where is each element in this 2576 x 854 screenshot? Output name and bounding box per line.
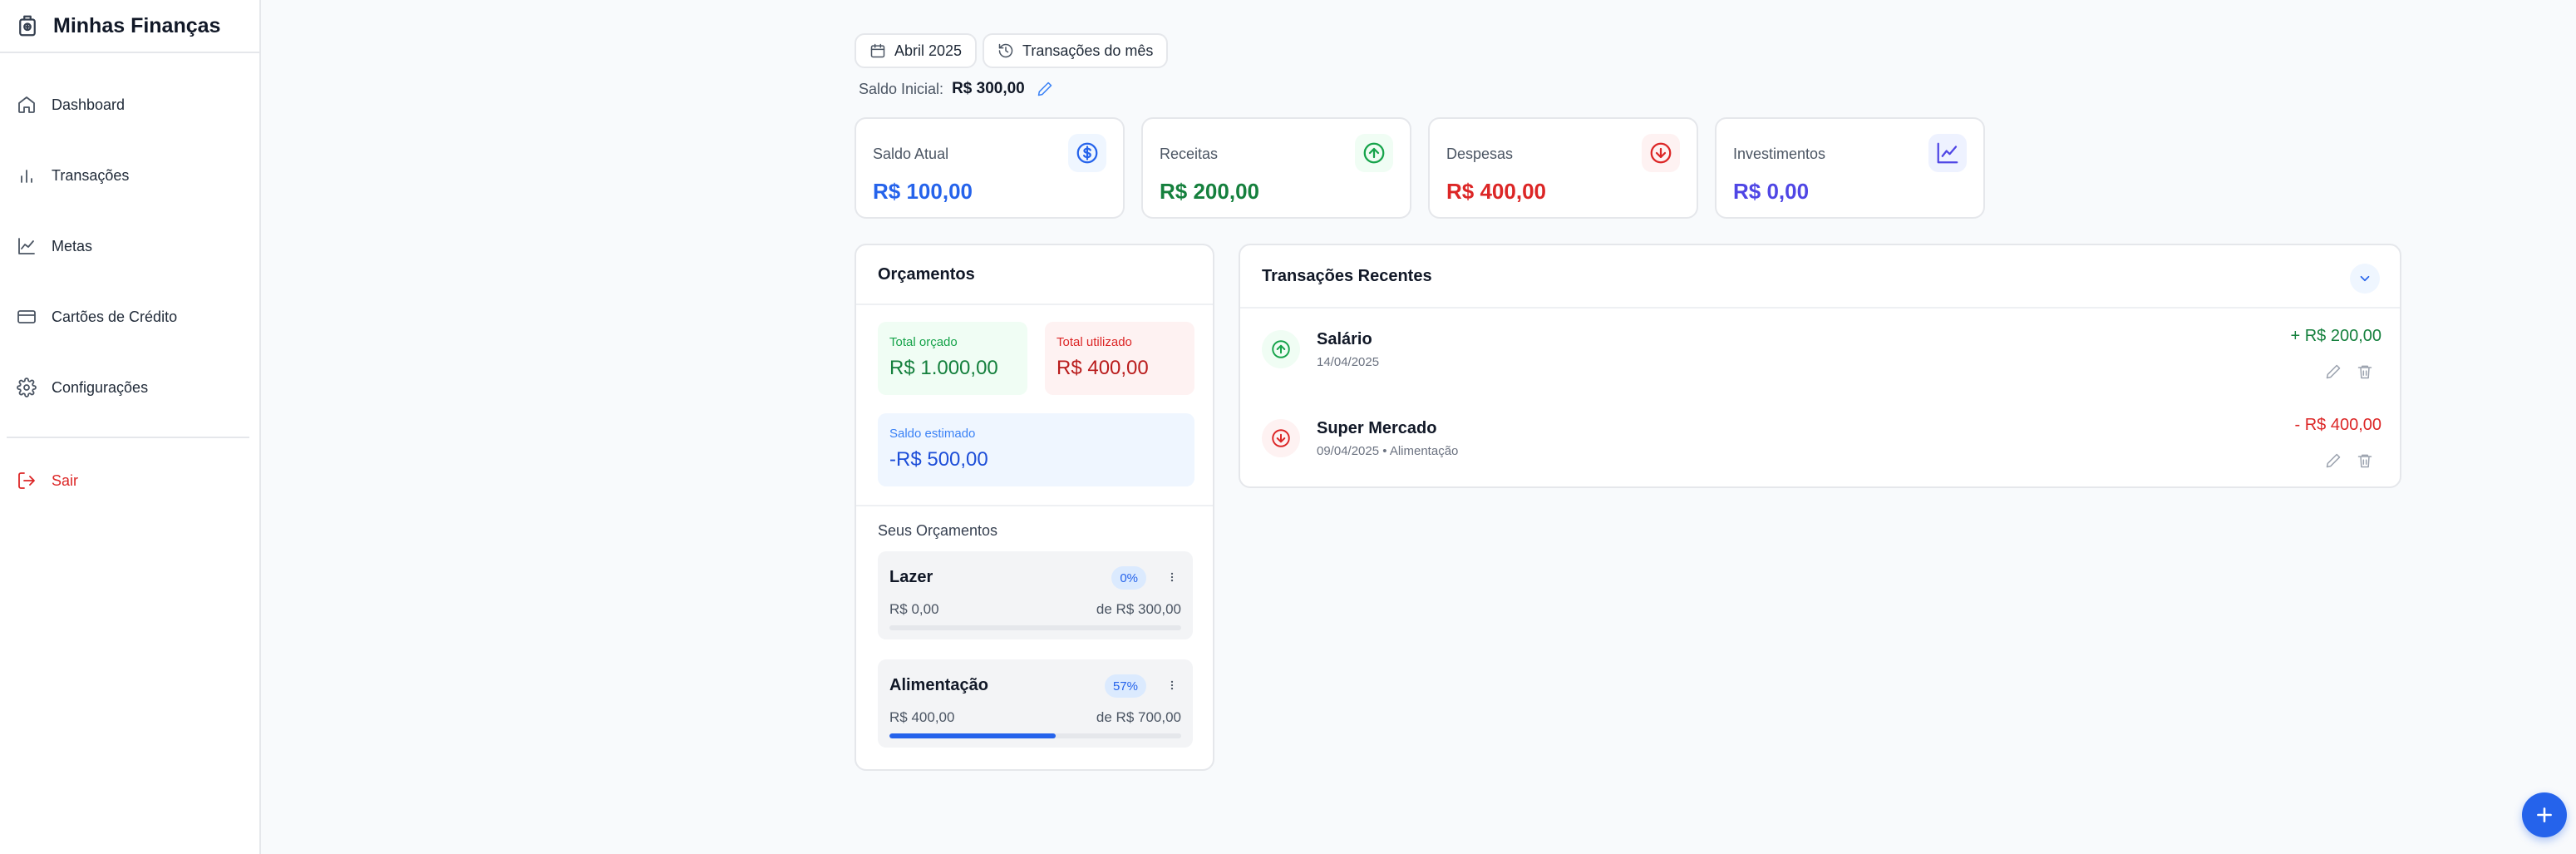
- sidebar-item-label: Cartões de Crédito: [52, 308, 178, 325]
- calendar-icon: [870, 43, 885, 58]
- budget-progress-fill: [889, 733, 1057, 738]
- month-label: Abril 2025: [894, 42, 963, 59]
- sidebar-divider: [7, 437, 249, 438]
- budget-name: Lazer: [889, 568, 933, 586]
- trash-icon[interactable]: [2357, 452, 2373, 469]
- gear-icon: [17, 378, 37, 397]
- stat-label: Despesas: [1446, 146, 1514, 162]
- stat-label: Receitas: [1160, 146, 1219, 162]
- sidebar-item-label: Configurações: [52, 378, 149, 396]
- total-orcado-label: Total orçado: [889, 335, 958, 349]
- stat-card-saldo-atual: Saldo Atual R$ 100,00: [855, 117, 1125, 219]
- budget-limit: de R$ 300,00: [1096, 601, 1181, 617]
- stat-card-receitas: Receitas R$ 200,00: [1141, 117, 1411, 219]
- transaction-detail: 14/04/2025: [1317, 355, 1380, 369]
- budget-name: Alimentação: [889, 676, 988, 694]
- transaction-detail: 09/04/2025 • Alimentação: [1317, 444, 1459, 458]
- divider: [856, 505, 1213, 506]
- sidebar-item-dashboard[interactable]: Dashboard: [17, 88, 125, 121]
- total-utilizado-value: R$ 400,00: [1057, 357, 1149, 379]
- transaction-title: Super Mercado: [1317, 419, 1437, 437]
- budget-used: R$ 0,00: [889, 601, 939, 617]
- stat-card-investimentos: Investimentos R$ 0,00: [1715, 117, 1985, 219]
- budget-used: R$ 400,00: [889, 709, 955, 725]
- budgets-list-title: Seus Orçamentos: [878, 522, 998, 539]
- arrow-up-circle-icon: [1355, 134, 1393, 172]
- transaction-title: Salário: [1317, 330, 1372, 348]
- sidebar-item-transacoes[interactable]: Transações: [17, 159, 129, 192]
- recent-transactions-title: Transações Recentes: [1240, 245, 2400, 309]
- stat-value: R$ 200,00: [1160, 179, 1259, 204]
- add-transaction-button[interactable]: [2522, 792, 2567, 837]
- stat-value: R$ 100,00: [873, 179, 973, 204]
- budget-progress-track: [889, 733, 1181, 738]
- saldo-estimado-label: Saldo estimado: [889, 427, 976, 441]
- saldo-estimado-value: -R$ 500,00: [889, 448, 988, 471]
- arrow-up-circle-icon: [1262, 330, 1300, 368]
- credit-card-icon: [17, 310, 36, 323]
- total-orcado-value: R$ 1.000,00: [889, 357, 998, 379]
- home-icon: [18, 96, 35, 113]
- stat-value: R$ 400,00: [1446, 179, 1546, 204]
- pencil-icon[interactable]: [2325, 363, 2342, 380]
- sidebar-item-label: Transações: [52, 166, 130, 184]
- history-button[interactable]: Transações do mês: [983, 33, 1169, 68]
- saldo-inicial: Saldo Inicial: R$ 300,00: [859, 78, 1053, 100]
- sidebar-item-cartoes[interactable]: Cartões de Crédito: [17, 300, 177, 333]
- month-selector[interactable]: Abril 2025: [855, 33, 978, 68]
- budget-limit: de R$ 700,00: [1096, 709, 1181, 725]
- history-label: Transações do mês: [1022, 42, 1154, 59]
- bar-chart-icon: [21, 170, 32, 183]
- sidebar-item-label: Metas: [52, 237, 93, 254]
- more-vertical-icon[interactable]: [1166, 674, 1178, 696]
- trash-icon[interactable]: [2357, 363, 2373, 380]
- stat-label: Saldo Atual: [873, 146, 949, 162]
- pencil-icon[interactable]: [1037, 81, 1053, 97]
- arrow-down-circle-icon: [1642, 134, 1680, 172]
- budget-item-alimentacao[interactable]: Alimentação 57% R$ 400,00 de R$ 700,00: [878, 659, 1193, 748]
- stat-value: R$ 0,00: [1733, 179, 1810, 204]
- logout-button[interactable]: Sair: [17, 464, 78, 497]
- transaction-row[interactable]: Salário 14/04/2025 + R$ 200,00: [1240, 312, 2400, 400]
- stat-label: Investimentos: [1733, 146, 1826, 162]
- transaction-amount: + R$ 200,00: [2290, 327, 2381, 345]
- more-vertical-icon[interactable]: [1166, 566, 1178, 588]
- sidebar-item-metas[interactable]: Metas: [17, 230, 92, 263]
- transaction-row[interactable]: Super Mercado 09/04/2025 • Alimentação -…: [1240, 401, 2400, 489]
- sidebar: Minhas Finanças Dashboard Transações Met…: [0, 0, 261, 854]
- pencil-icon[interactable]: [2325, 452, 2342, 469]
- sidebar-item-label: Dashboard: [52, 96, 126, 113]
- line-chart-icon: [18, 238, 35, 254]
- plus-icon: [2537, 807, 2552, 822]
- saldo-inicial-label: Saldo Inicial:: [859, 80, 944, 97]
- trending-chart-icon: [1928, 134, 1967, 172]
- history-icon: [998, 43, 1013, 58]
- wallet-icon: [19, 15, 36, 37]
- budget-percent-badge: 57%: [1104, 674, 1146, 698]
- total-utilizado-label: Total utilizado: [1057, 335, 1132, 349]
- app-title: Minhas Finanças: [53, 13, 221, 37]
- logout-label: Sair: [52, 471, 79, 489]
- total-utilizado: Total utilizado R$ 400,00: [1045, 322, 1194, 395]
- budgets-title: Orçamentos: [856, 245, 1213, 305]
- dollar-circle-icon: [1068, 134, 1106, 172]
- budget-progress-track: [889, 625, 1181, 630]
- saldo-estimado: Saldo estimado -R$ 500,00: [878, 413, 1194, 486]
- chevron-down-icon[interactable]: [2350, 264, 2380, 294]
- stat-card-despesas: Despesas R$ 400,00: [1428, 117, 1698, 219]
- logout-icon: [18, 472, 35, 489]
- sidebar-item-configuracoes[interactable]: Configurações: [17, 371, 148, 404]
- budget-item-lazer[interactable]: Lazer 0% R$ 0,00 de R$ 300,00: [878, 551, 1193, 639]
- budget-percent-badge: 0%: [1111, 566, 1146, 590]
- recent-transactions-card: Transações Recentes Salário 14/04/2025 +…: [1239, 244, 2401, 488]
- budgets-card: Orçamentos Total orçado R$ 1.000,00 Tota…: [855, 244, 1214, 771]
- total-orcado: Total orçado R$ 1.000,00: [878, 322, 1027, 395]
- brand: Minhas Finanças: [0, 0, 259, 53]
- arrow-down-circle-icon: [1262, 419, 1300, 457]
- transaction-amount: - R$ 400,00: [2294, 416, 2381, 434]
- saldo-inicial-value: R$ 300,00: [952, 80, 1025, 97]
